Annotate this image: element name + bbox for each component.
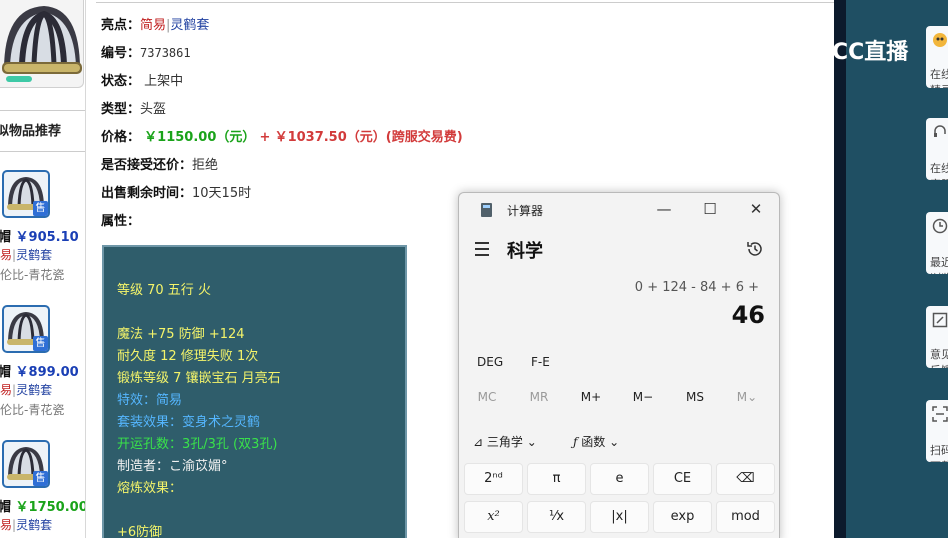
angle-unit-button[interactable]: DEG (477, 355, 503, 369)
ce-button[interactable]: CE (653, 463, 712, 495)
price-main: ￥1150.00（元） (144, 130, 256, 145)
side-button-genie[interactable]: 在线 精灵 (926, 26, 948, 88)
item-server: 吞伦比-青花瓷 (0, 403, 65, 417)
id-row: 编号：7373861 (101, 46, 191, 61)
square-button[interactable]: x² (464, 501, 523, 533)
history-icon[interactable] (745, 239, 765, 259)
reciprocal-button[interactable]: ¹⁄x (527, 501, 586, 533)
highlight-tag[interactable]: 灵鹤套 (170, 18, 209, 33)
attr-line: +6防御 (117, 525, 163, 538)
cc-logo-icon (796, 34, 828, 66)
attr-line: 开运孔数：3孔/3孔 (双3孔) (117, 437, 278, 452)
m-minus-button[interactable]: M− (617, 390, 669, 404)
item-price: 帽 ￥899.00 (0, 365, 79, 380)
attributes-panel: 等级 70 五行 火 魔法 +75 防御 +124 耐久度 12 修理失败 1次… (102, 245, 407, 538)
m-plus-button[interactable]: M+ (565, 390, 617, 404)
attr-line: 魔法 +75 防御 +124 (117, 327, 245, 342)
attr-line: 特效：简易 (117, 393, 183, 408)
item-tags[interactable]: 简易|灵鹤套 (0, 381, 52, 398)
side-button-support[interactable]: 在线 客服 (926, 118, 948, 180)
remaining-time-row: 出售剩余时间：10天15时 (101, 186, 252, 201)
highlight-row: 亮点：简易|灵鹤套 (101, 18, 210, 33)
triangle-icon: ⊿ (473, 435, 484, 449)
side-button-download[interactable]: 扫码 下载 (926, 400, 948, 462)
edit-icon (932, 312, 948, 328)
calculator-titlebar[interactable]: 计算器 — ☐ ✕ (459, 193, 779, 227)
chevron-down-icon: ⌄ (609, 435, 620, 449)
expression-display: 0 + 124 - 84 + 6 + (634, 280, 759, 295)
item-tags[interactable]: 简易|灵鹤套 (0, 516, 52, 533)
sell-badge: 售 (33, 201, 48, 216)
counter-offer-row: 是否接受还价：拒绝 (101, 158, 219, 173)
cc-live-watermark: CC直播 (796, 30, 926, 70)
functions-dropdown[interactable]: ƒ 函数 ⌄ (573, 433, 619, 450)
genie-icon (932, 32, 947, 47)
calculator-app-icon (481, 203, 492, 217)
maximize-button[interactable]: ☐ (695, 198, 725, 220)
side-button-feedback[interactable]: 意见 反馈 (926, 306, 948, 368)
minimize-button[interactable]: — (649, 198, 679, 220)
e-button[interactable]: e (590, 463, 649, 495)
status-row: 状态： 上架中 (101, 74, 184, 89)
close-button[interactable]: ✕ (741, 198, 771, 220)
pi-button[interactable]: π (527, 463, 586, 495)
memory-list-button[interactable]: M⌄ (721, 390, 773, 404)
mod-button[interactable]: mod (716, 501, 775, 533)
window-title: 计算器 (507, 204, 544, 218)
recommend-item[interactable]: 售 帽 ￥899.00 简易|灵鹤套 吞伦比-青花瓷 (0, 305, 85, 425)
page-edge (834, 0, 846, 538)
trigonometry-dropdown[interactable]: ⊿ 三角学 ⌄ (473, 433, 537, 450)
type-row: 类型：头盔 (101, 102, 167, 117)
ms-button[interactable]: MS (669, 390, 721, 404)
price-row: 价格： ￥1150.00（元） + ￥1037.50（元）(跨服交易费) (101, 130, 463, 145)
clock-icon (932, 218, 948, 234)
attr-line: 锻炼等级 7 镶嵌宝石 月亮石 (117, 371, 281, 386)
recommend-item[interactable]: 售 帽 ￥1750.00 简易|灵鹤套 (0, 440, 86, 538)
attr-line: 套装效果：变身术之灵鹤 (117, 415, 261, 430)
function-icon: ƒ (573, 435, 578, 449)
highlight-tag[interactable]: 简易 (140, 18, 166, 33)
mr-button[interactable]: MR (513, 390, 565, 404)
fe-button[interactable]: F-E (531, 355, 550, 369)
helmet-thumbnail[interactable]: 售 (2, 170, 50, 218)
attributes-label: 属性： (101, 214, 141, 229)
recommend-item[interactable]: 售 帽 ￥905.10 简易|灵鹤套 吞伦比-青花瓷 (0, 170, 85, 290)
backspace-button[interactable]: ⌫ (716, 463, 775, 495)
abs-button[interactable]: |x| (590, 501, 649, 533)
attr-line: 等级 70 五行 火 (117, 283, 211, 298)
attr-line: 制造者：こ渝苡媚° (117, 459, 228, 474)
hamburger-menu-icon[interactable] (473, 241, 493, 257)
item-tags[interactable]: 简易|灵鹤套 (0, 246, 52, 263)
item-price: 帽 ￥1750.00 (0, 500, 86, 515)
sell-badge: 售 (33, 471, 48, 486)
exp-button[interactable]: exp (653, 501, 712, 533)
side-button-recent[interactable]: 最近 浏览 (926, 212, 948, 274)
helmet-thumbnail[interactable]: 售 (2, 440, 50, 488)
chevron-down-icon: ⌄ (526, 435, 537, 449)
recommend-title: 似物品推荐 (0, 110, 85, 152)
qr-scan-icon (932, 406, 948, 422)
headset-icon (932, 124, 946, 138)
mc-button[interactable]: MC (461, 390, 513, 404)
divider (96, 2, 834, 3)
attr-line: 耐久度 12 修理失败 1次 (117, 349, 259, 364)
calculator-window[interactable]: 计算器 — ☐ ✕ 科学 0 + 124 - 84 + 6 + 46 DEG F… (458, 192, 780, 538)
sell-badge: 售 (33, 336, 48, 351)
item-image (0, 0, 84, 88)
item-price: 帽 ￥905.10 (0, 230, 79, 245)
item-server: 吞伦比-青花瓷 (0, 268, 65, 282)
similar-items-panel: 似物品推荐 售 帽 ￥905.10 简易|灵鹤套 吞伦比-青花瓷 售 (0, 0, 86, 538)
calculator-mode: 科学 (507, 241, 543, 262)
second-button[interactable]: 2ⁿᵈ (464, 463, 523, 495)
attr-line: 熔炼效果： (117, 481, 183, 496)
helmet-thumbnail[interactable]: 售 (2, 305, 50, 353)
price-fee: ￥1037.50（元）(跨服交易费) (274, 130, 463, 145)
result-display: 46 (731, 301, 765, 329)
